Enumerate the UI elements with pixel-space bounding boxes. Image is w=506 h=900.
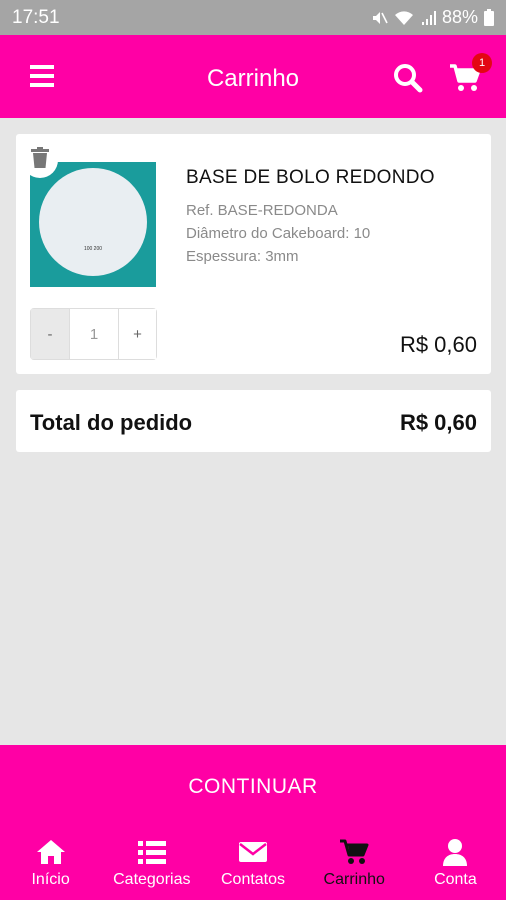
nav-label: Contatos: [220, 871, 286, 888]
product-diameter: Diâmetro do Cakeboard: 10: [186, 225, 371, 242]
trash-icon: [30, 146, 50, 174]
increase-quantity-button[interactable]: +: [118, 309, 156, 359]
nav-item-inicio[interactable]: Início: [0, 830, 101, 900]
mail-icon: [238, 838, 268, 866]
nav-item-contatos[interactable]: Contatos: [202, 830, 303, 900]
mute-icon: [370, 9, 388, 27]
product-thickness: Espessura: 3mm: [186, 248, 299, 265]
item-price: R$ 0,60: [399, 332, 477, 357]
nav-label: Início: [31, 871, 70, 888]
cart-icon: [339, 838, 369, 866]
list-icon: [137, 838, 167, 866]
search-icon[interactable]: [392, 63, 424, 93]
product-name[interactable]: BASE DE BOLO REDONDO: [186, 167, 435, 189]
decrease-quantity-button[interactable]: -: [31, 309, 69, 359]
nav-item-categorias[interactable]: Categorias: [101, 830, 202, 900]
battery-level: 88%: [441, 7, 478, 27]
status-icons: 88%: [370, 7, 494, 28]
bottom-nav: Início Categorias Contatos Carrinho Cont…: [0, 830, 506, 900]
product-image-label: 100 200: [83, 246, 103, 252]
home-icon: [36, 838, 66, 866]
total-value: R$ 0,60: [399, 410, 477, 435]
signal-icon: [420, 10, 436, 26]
order-total-card: Total do pedido R$ 0,60: [16, 390, 491, 452]
product-disc: 100 200: [39, 168, 147, 276]
cart-item-card: 100 200 BASE DE BOLO REDONDO Ref. BASE-R…: [16, 134, 491, 374]
cart-count-badge: 1: [472, 53, 492, 73]
nav-label: Conta: [434, 871, 477, 888]
nav-label: Carrinho: [323, 871, 385, 888]
remove-item-button[interactable]: [22, 142, 58, 178]
app-bar: Carrinho 1: [0, 35, 506, 118]
user-icon: [440, 838, 470, 866]
nav-item-carrinho[interactable]: Carrinho: [304, 830, 405, 900]
product-image[interactable]: 100 200: [30, 162, 156, 287]
status-bar: 17:51 88%: [0, 0, 506, 35]
continue-button[interactable]: CONTINUAR: [0, 775, 506, 799]
product-ref: Ref. BASE-REDONDA: [186, 202, 338, 219]
quantity-value[interactable]: 1: [69, 309, 118, 359]
nav-item-conta[interactable]: Conta: [405, 830, 506, 900]
page-title: Carrinho: [206, 65, 300, 92]
wifi-icon: [394, 10, 414, 26]
nav-label: Categorias: [113, 871, 191, 888]
total-label: Total do pedido: [30, 410, 193, 435]
quantity-stepper: - 1 +: [30, 308, 157, 360]
battery-icon: [484, 9, 494, 26]
status-time: 17:51: [12, 7, 60, 28]
